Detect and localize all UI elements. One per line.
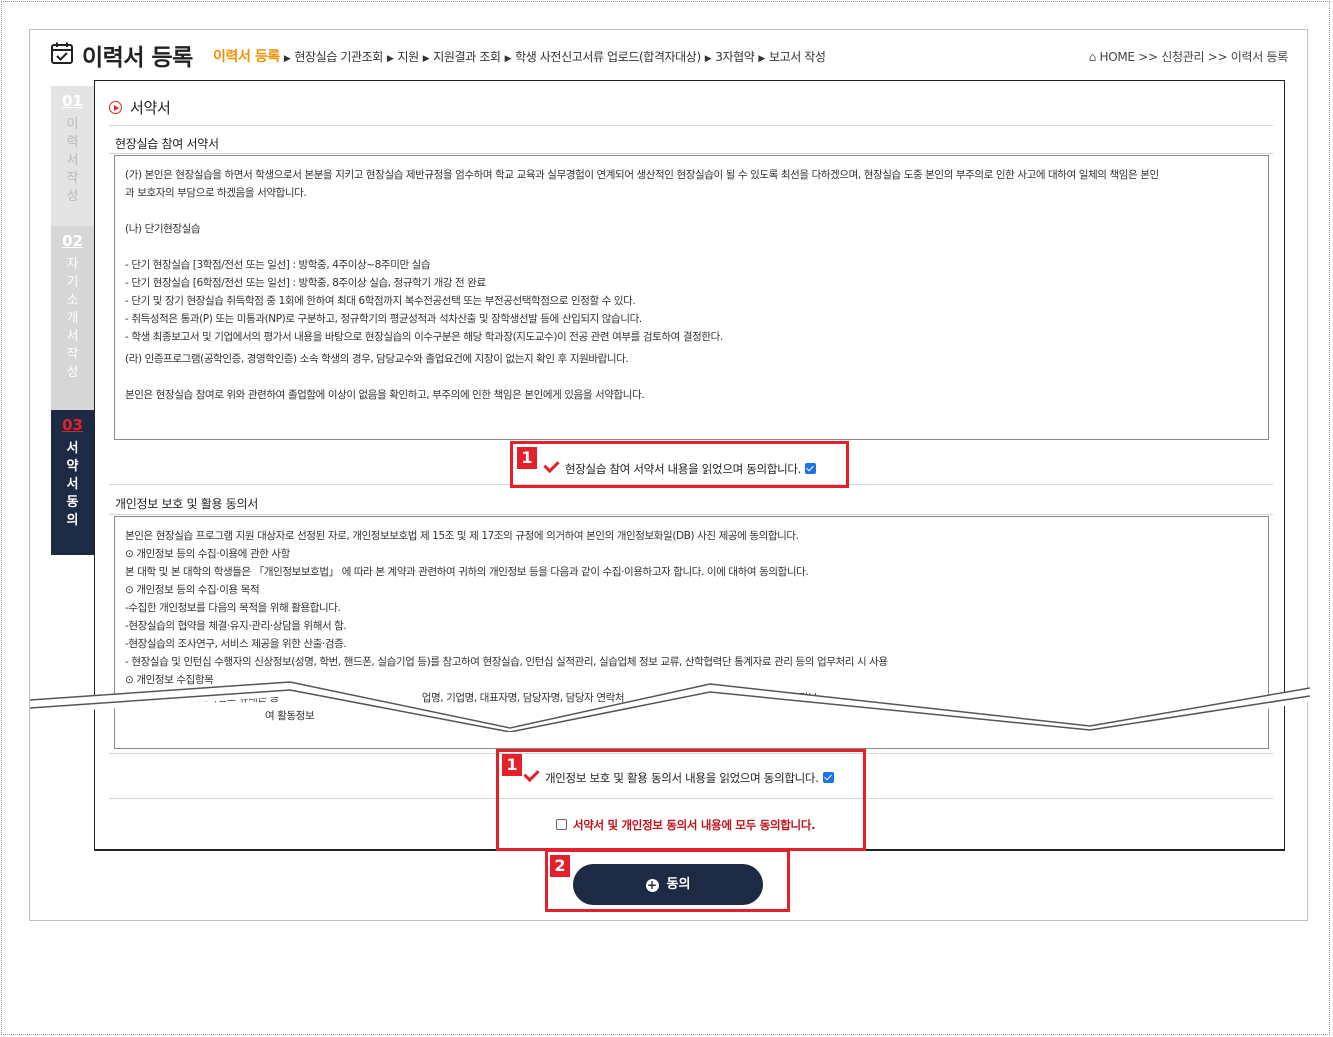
- arrow-icon: ▶: [504, 54, 512, 64]
- arrow-icon: ▶: [704, 54, 712, 64]
- process-steps: 이력서 등록 ▶ 현장실습 기관조회 ▶ 지원 ▶ 지원결과 조회 ▶ 학생 사전신고서류 업로…: [213, 46, 826, 66]
- step-label-char: 성: [66, 189, 79, 204]
- highlight-box-1: [510, 441, 849, 488]
- privacy-line: - 현장실습 및 인턴십 수행자의 신상정보(성명, 학번, 핸드폰, 실습기업…: [125, 656, 888, 668]
- step-label-char: 개: [66, 311, 79, 326]
- privacy-line: -현장실습의 협약을 체결·유지·관리·상담을 위해서 함.: [125, 620, 347, 632]
- step-label-char: 작: [66, 171, 79, 186]
- step-label-char: 력: [66, 135, 79, 150]
- page-header: 이력서 등록 이력서 등록 ▶ 현장실습 기관조회 ▶ 지원 ▶ 지원결과 조회 ▶ 학생 사전…: [50, 38, 1288, 72]
- plus-circle-icon: +: [645, 878, 659, 892]
- step-number: 02: [62, 232, 83, 250]
- badge-1b: 1: [502, 754, 522, 776]
- step-label-char: 소: [66, 293, 79, 308]
- privacy-line: 본인은 현장실습 프로그램 지원 대상자로 선정된 자로, 개인정보보호법 제 …: [125, 530, 799, 542]
- step-sidebar: 01 이 력 서 작 성 02 자 기 소 개 서 작 성 03 서 약 서 동…: [51, 86, 94, 555]
- privacy-line: -수집한 개인정보를 다음의 목적을 위해 활용합니다.: [125, 602, 341, 614]
- agree-button-label: 동의: [666, 877, 691, 892]
- home-icon: ⌂: [1088, 50, 1097, 64]
- pledge-line: [125, 368, 1258, 386]
- privacy-line: ⊙ 개인정보 등의 수집·이용 목적: [125, 584, 260, 596]
- arrow-icon: ▶: [283, 54, 291, 64]
- pledge-line: (나) 단기현장실습: [125, 223, 201, 235]
- step-label-char: 의: [66, 513, 79, 528]
- pledge-line: - 단기 현장실습 [6학점/전선 또는 일선] : 방학중, 8주이상 실습,…: [125, 277, 486, 289]
- privacy-line: 본 대학 및 본 대학의 학생들은 「개인정보보호법」 에 따라 본 계약과 관…: [125, 566, 809, 578]
- divider: [109, 125, 1273, 126]
- step-label-char: 서: [66, 329, 79, 344]
- step-result[interactable]: 지원결과 조회: [433, 50, 501, 64]
- pledge-line: (가) 본인은 현장실습을 하면서 학생으로서 본분을 지키고 현장실습 제반규…: [125, 169, 1159, 181]
- step-label-char: 작: [66, 347, 79, 362]
- breadcrumb-home[interactable]: HOME: [1100, 50, 1136, 64]
- step-number: 01: [62, 92, 83, 110]
- step-label: 서 약 서 동 의: [51, 440, 94, 530]
- step-label-char: 기: [66, 275, 79, 290]
- breadcrumb-level2: 이력서 등록: [1230, 50, 1289, 64]
- breadcrumb-level1[interactable]: 신청관리: [1161, 50, 1204, 64]
- breadcrumb: ⌂ HOME >> 신청관리 >> 이력서 등록: [1088, 48, 1289, 65]
- pledge-line: 본인은 현장실습 참여로 위와 관련하여 졸업함에 이상이 없음을 확인하고, …: [125, 389, 645, 401]
- step-label-char: 서: [66, 441, 79, 456]
- pledge-line: - 학생 최종보고서 및 기업에서의 평가서 내용을 바탕으로 현장실습의 이수…: [125, 331, 723, 343]
- step-agreement[interactable]: 3자협약: [715, 50, 755, 64]
- omitted-section-break: [30, 681, 1310, 732]
- step-org-search[interactable]: 현장실습 기관조회: [294, 50, 383, 64]
- step-label-char: 서: [66, 153, 79, 168]
- pledge-line: [125, 202, 1258, 220]
- step-number: 03: [62, 416, 83, 434]
- pledge-title: 현장실습 참여 서약서: [115, 137, 219, 151]
- sidebar-step-resume[interactable]: 01 이 력 서 작 성: [51, 86, 94, 226]
- pledge-textbox[interactable]: (가) 본인은 현장실습을 하면서 학생으로서 본분을 지키고 현장실습 제반규…: [114, 155, 1269, 440]
- calendar-check-icon: [51, 42, 73, 64]
- step-resume[interactable]: 이력서 등록: [213, 49, 280, 65]
- step-upload[interactable]: 학생 사전신고서류 업로드(합격자대상): [515, 50, 701, 64]
- step-label-char: 자: [66, 257, 79, 272]
- badge-2: 2: [550, 855, 570, 877]
- pledge-line: [125, 238, 1258, 256]
- agree-button[interactable]: + 동의: [573, 864, 763, 905]
- step-report[interactable]: 보고서 작성: [769, 50, 826, 64]
- arrow-icon: ▶: [758, 54, 765, 64]
- breadcrumb-separator: >>: [1207, 50, 1228, 64]
- page-title: 이력서 등록: [82, 45, 193, 71]
- divider: [109, 153, 1273, 154]
- step-label-char: 서: [66, 477, 79, 492]
- privacy-line: ⊙ 개인정보 등의 수집·이용에 관한 사항: [125, 548, 290, 560]
- step-label: 자 기 소 개 서 작 성: [51, 256, 94, 382]
- step-label-char: 성: [66, 365, 79, 380]
- step-label-char: 동: [66, 495, 79, 510]
- step-label: 이 력 서 작 성: [51, 116, 94, 206]
- pledge-line: (라) 인증프로그램(공학인증, 경영학인증) 소속 학생의 경우, 담당교수와…: [125, 353, 629, 365]
- privacy-line: -현장실습의 조사연구, 서비스 제공을 위한 산출·검증.: [125, 638, 347, 650]
- pledge-line: - 단기 및 장기 현장실습 취득학점 중 1회에 한하여 최대 6학점까지 복…: [125, 295, 636, 307]
- pledge-line: - 단기 현장실습 [3학점/전선 또는 일선] : 방학중, 4주이상~8주미…: [125, 259, 431, 271]
- step-label-char: 약: [66, 459, 79, 474]
- step-label-char: 이: [66, 117, 79, 132]
- privacy-title: 개인정보 보호 및 활용 동의서: [115, 497, 258, 511]
- section-title-text: 서약서: [130, 99, 171, 117]
- arrow-icon: ▶: [386, 54, 394, 64]
- highlight-box-1b: [496, 749, 866, 851]
- pledge-line: 과 보호자의 부담으로 하겠음을 서약합니다.: [125, 187, 307, 199]
- pledge-line: - 취득성적은 통과(P) 또는 미통과(NP)로 구분하고, 정규학기의 평균…: [125, 313, 642, 325]
- section-title: 서약서: [109, 97, 171, 118]
- sidebar-step-pledge[interactable]: 03 서 약 서 동 의: [51, 410, 94, 555]
- divider: [109, 514, 1273, 515]
- badge-1: 1: [517, 447, 537, 469]
- sidebar-step-intro[interactable]: 02 자 기 소 개 서 작 성: [51, 226, 94, 410]
- arrow-icon: ▶: [422, 54, 430, 64]
- play-circle-icon: [109, 101, 122, 114]
- breadcrumb-separator: >>: [1138, 50, 1158, 64]
- step-apply[interactable]: 지원: [397, 50, 419, 64]
